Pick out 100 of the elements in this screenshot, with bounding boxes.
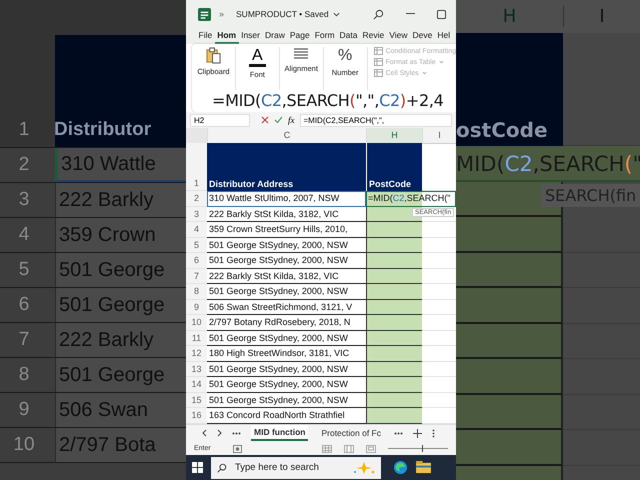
folder-icon[interactable] (416, 461, 431, 474)
ribbon-tab[interactable]: Page (287, 28, 312, 44)
caret-icon[interactable] (332, 12, 340, 17)
ribbon-tab[interactable]: Inser (238, 28, 262, 44)
clipboard-icon[interactable] (206, 47, 221, 64)
caret-icon (438, 60, 444, 64)
chevron-left-icon[interactable] (202, 429, 207, 438)
row-number[interactable]: 15 (186, 392, 207, 408)
row-number[interactable]: 7 (186, 268, 207, 284)
ribbon-tab[interactable]: Hel (434, 28, 453, 44)
postcode-cell (366, 392, 422, 408)
postcode-cell (366, 253, 422, 269)
row-number[interactable]: 9 (186, 300, 207, 316)
address-cell: 501 George StSydney, 2000, NSW (207, 284, 366, 300)
spreadsheet-app-icon[interactable] (198, 8, 211, 21)
add-sheet-icon[interactable] (413, 428, 422, 438)
address-cell: 501 George StSydney, 2000, NSW (207, 253, 366, 269)
postcode-cell (366, 284, 422, 300)
column-header[interactable]: I (422, 128, 456, 144)
insert-function-button[interactable]: fx (288, 115, 294, 126)
row-number[interactable]: 11 (186, 330, 207, 346)
checkmark-icon[interactable] (274, 116, 283, 124)
sheet-tab[interactable]: Protection of Fc (318, 426, 384, 440)
windows-start-icon[interactable] (192, 462, 203, 474)
row-number[interactable]: 6 (186, 253, 207, 269)
align-lines-icon[interactable] (293, 47, 310, 62)
browser-icon[interactable] (393, 460, 408, 476)
accessibility-icon[interactable] (232, 444, 242, 453)
sheet-tab[interactable]: MID function (251, 425, 308, 442)
ribbon-tab[interactable]: File (196, 28, 215, 44)
ribbon-tab[interactable]: View (386, 28, 410, 44)
address-text: 506 Swan (55, 393, 186, 427)
vertical-dots-icon[interactable] (432, 428, 435, 438)
formula-caption: =MID(C2,SEARCH(",",C2)+2,4 (211, 90, 445, 112)
row-number[interactable]: 2 (186, 191, 207, 207)
maximize-icon[interactable] (437, 10, 446, 19)
address-cell: 501 George StSydney, 2000, NSW (207, 362, 366, 378)
ribbon-tab[interactable]: Form (312, 28, 338, 44)
address-cell: 180 High StreetWindsor, 3181, VIC (207, 346, 366, 362)
address-cell: 2/797 Botany RdRosebery, 2018, N (207, 315, 366, 331)
postcode-cell (366, 315, 422, 331)
percent-icon[interactable]: % (338, 47, 352, 66)
header-cell: Distributor Address (207, 143, 366, 192)
row-number: 4 (18, 224, 30, 247)
row-number[interactable]: 12 (186, 346, 207, 362)
postcode-cell (366, 268, 422, 284)
header-cell: ostCode (456, 33, 563, 146)
row-number: 8 (18, 364, 30, 387)
row-number: 5 (18, 259, 30, 282)
row-number: 7 (18, 329, 30, 352)
row-number: 2 (18, 154, 30, 177)
address-cell: 359 Crown StreetSurry Hills, 2010, (207, 222, 366, 238)
row-number: 1 (18, 119, 30, 142)
table-grid-icon (374, 47, 383, 56)
more-commands[interactable]: » (219, 9, 224, 20)
postcode-cell (366, 238, 422, 254)
row-number[interactable]: 13 (186, 362, 207, 378)
formula-cell: MID(C2,SEARCH(" (456, 146, 640, 182)
ribbon-tab[interactable]: Draw (262, 28, 288, 44)
row-number[interactable]: 10 (186, 315, 207, 331)
row-number[interactable]: 4 (186, 222, 207, 238)
header-cell: PostCode (366, 143, 422, 192)
address-text: 2/797 Bota (55, 428, 186, 462)
minimize-icon[interactable] (406, 13, 415, 16)
ribbon-tab[interactable]: Data (337, 28, 360, 44)
cancel-icon[interactable] (261, 116, 269, 124)
row-number[interactable]: 5 (186, 238, 207, 254)
more-icon[interactable] (232, 432, 241, 435)
postcode-cell (366, 408, 422, 424)
address-text: 222 Barkly (55, 323, 186, 357)
row-number[interactable]: 14 (186, 377, 207, 393)
formula-cell[interactable]: =MID(C2,SEARCH(" (366, 191, 456, 207)
row-number[interactable]: 16 (186, 408, 207, 424)
table-grid-icon (374, 69, 383, 78)
search-icon (217, 462, 227, 473)
formula-input[interactable]: =MID(C2,SEARCH(",", (300, 114, 452, 127)
row-number[interactable]: 1 (186, 143, 207, 192)
address-text: 501 George (55, 288, 186, 322)
taskbar-search-field[interactable]: Type here to search (211, 456, 381, 479)
chevron-right-icon[interactable] (217, 429, 222, 438)
address-text: 310 Wattle (55, 148, 186, 182)
address-text: 222 Barkly (55, 183, 186, 217)
column-header: H (456, 6, 564, 27)
row-number: 6 (18, 294, 30, 317)
search-icon[interactable] (373, 8, 384, 20)
row-number[interactable]: 3 (186, 206, 207, 222)
ribbon-tab[interactable]: Revie (360, 28, 387, 44)
postcode-cell (366, 330, 422, 346)
address-cell: 222 Barkly StSt Kilda, 3182, VIC (207, 268, 366, 284)
address-cell: 501 George StSydney, 2000, NSW (207, 330, 366, 346)
address-text: 501 George (55, 358, 186, 392)
name-box[interactable]: H2 (190, 114, 250, 127)
table-grid-icon (374, 58, 383, 66)
more-icon[interactable] (394, 432, 403, 435)
row-number: 9 (18, 399, 30, 422)
column-header[interactable]: C (207, 128, 366, 144)
row-number[interactable]: 8 (186, 284, 207, 300)
document-title[interactable]: SUMPRODUCT • Saved (236, 9, 329, 20)
postcode-cell (366, 346, 422, 362)
ribbon-tab[interactable]: Deve (410, 28, 435, 44)
